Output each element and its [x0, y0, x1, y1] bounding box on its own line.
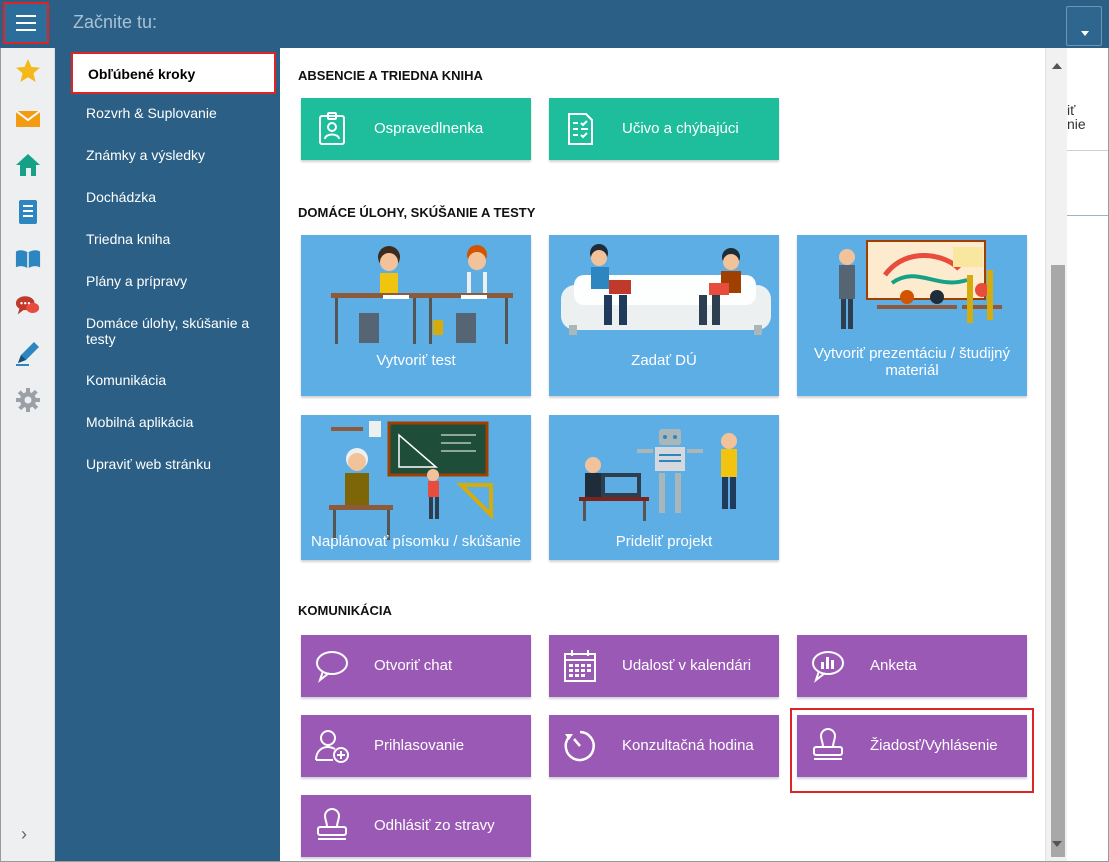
star-icon[interactable] — [15, 58, 41, 84]
tile-label: Naplánovať písomku / skúšanie — [311, 533, 521, 550]
speech-bubble-icon — [316, 651, 348, 683]
calendar-icon — [564, 650, 596, 682]
chevron-right-icon[interactable]: › — [21, 824, 27, 845]
tile-label: Vytvoriť test — [376, 352, 456, 369]
user-add-icon — [315, 730, 349, 763]
nav-item-attendance[interactable]: Dochádzka — [86, 189, 271, 205]
background-text: iť nie — [1067, 103, 1086, 131]
tile-registration[interactable]: Prihlasovanie — [301, 715, 531, 777]
top-bar: Začnite tu: — [0, 0, 1109, 48]
tile-poll[interactable]: Anketa — [797, 635, 1027, 697]
nav-item-communication[interactable]: Komunikácia — [86, 372, 271, 388]
tile-label: Konzultačná hodina — [622, 737, 754, 754]
hamburger-icon-line — [16, 22, 36, 24]
tile-label: Prideliť projekt — [615, 533, 713, 550]
pencil-icon[interactable] — [15, 340, 41, 366]
students-sofa-illustration — [561, 244, 771, 335]
section-title: DOMÁCE ÚLOHY, SKÚŠANIE A TESTY — [298, 205, 536, 220]
tile-label: Zadať DÚ — [631, 352, 697, 369]
background-page: iť nie — [1067, 48, 1108, 861]
highlight-box — [790, 708, 1034, 793]
tile-create-presentation[interactable]: Vytvoriť prezentáciu / študijný materiál — [797, 235, 1027, 396]
tile-label: Učivo a chýbajúci — [622, 120, 739, 137]
nav-item-class-book[interactable]: Triedna kniha — [86, 231, 271, 247]
tile-create-test[interactable]: Vytvoriť test — [301, 235, 531, 396]
stamp-icon — [317, 808, 347, 840]
tile-excuse[interactable]: Ospravedlnenka — [301, 98, 531, 160]
hamburger-icon-line — [16, 15, 36, 17]
nav-item-grades[interactable]: Známky a výsledky — [86, 147, 271, 163]
tile-calendar-event[interactable]: Udalosť v kalendári — [549, 635, 779, 697]
tile-label: Odhlásiť zo stravy — [374, 817, 495, 834]
timer-icon — [564, 730, 595, 762]
tile-assign-homework[interactable]: Zadať DÚ — [549, 235, 779, 396]
tile-assign-project[interactable]: Prideliť projekt — [549, 415, 779, 560]
tile-label: Otvoriť chat — [374, 657, 453, 674]
nav-item-mobile-app[interactable]: Mobilná aplikácia — [86, 414, 271, 430]
tile-consultation-hour[interactable]: Konzultačná hodina — [549, 715, 779, 777]
book-icon[interactable] — [15, 246, 41, 272]
badge-icon — [319, 112, 345, 145]
scrollbar-thumb[interactable] — [1051, 265, 1065, 857]
checklist-icon — [568, 113, 593, 145]
start-here-label: Začnite tu: — [73, 12, 158, 32]
nav-item-edit-website[interactable]: Upraviť web stránku — [86, 456, 271, 472]
tile-label: Anketa — [870, 657, 917, 674]
scroll-up-icon[interactable] — [1052, 63, 1062, 69]
icon-rail: › — [1, 48, 55, 861]
mail-icon[interactable] — [15, 106, 41, 132]
chat-icon[interactable] — [15, 293, 41, 319]
tile-label: Vytvoriť prezentáciu / študijný materiál — [814, 345, 1010, 379]
chevron-down-icon — [1081, 31, 1089, 36]
hamburger-icon-line — [16, 29, 36, 31]
category-menu: Obľúbené kroky Rozvrh & Suplovanie Známk… — [55, 48, 280, 861]
gear-icon[interactable] — [15, 387, 41, 413]
nav-item-homework[interactable]: Domáce úlohy, skúšanie a testy — [86, 315, 271, 347]
nav-item-plans[interactable]: Plány a prípravy — [86, 273, 271, 289]
classroom-test-illustration — [331, 245, 513, 344]
menu-toggle-button[interactable] — [3, 2, 49, 44]
tile-label: Prihlasovanie — [374, 737, 465, 754]
home-icon[interactable] — [15, 152, 41, 178]
tile-label: Udalosť v kalendári — [622, 657, 752, 674]
tile-label: Ospravedlnenka — [374, 120, 484, 137]
divider — [1067, 215, 1108, 216]
poll-chart-icon — [812, 651, 844, 683]
background-text-line: nie — [1067, 116, 1086, 132]
tile-open-chat[interactable]: Otvoriť chat — [301, 635, 531, 697]
tile-schedule-exam[interactable]: Naplánovať písomku / skúšanie — [301, 415, 531, 560]
tile-curriculum-absent[interactable]: Učivo a chýbajúci — [549, 98, 779, 160]
nav-item-timetable[interactable]: Rozvrh & Suplovanie — [86, 105, 271, 121]
top-dropdown[interactable] — [1066, 6, 1102, 46]
vertical-scrollbar[interactable] — [1045, 48, 1067, 861]
scroll-down-icon[interactable] — [1052, 841, 1062, 847]
tile-cancel-meals[interactable]: Odhlásiť zo stravy — [301, 795, 531, 857]
nav-item-favorites[interactable]: Obľúbené kroky — [71, 52, 276, 94]
section-title: ABSENCIE A TRIEDNA KNIHA — [298, 68, 483, 83]
notebook-icon[interactable] — [15, 199, 41, 225]
section-title: KOMUNIKÁCIA — [298, 603, 392, 618]
